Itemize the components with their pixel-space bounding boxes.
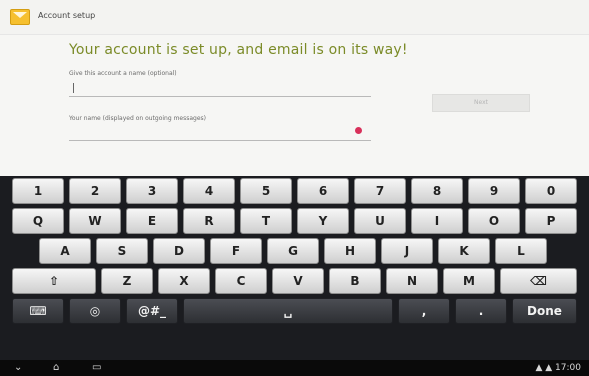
zxcv-row: ⇧ Z X C V B N M ⌫ — [0, 266, 589, 296]
recent-apps-icon[interactable]: ▭ — [92, 360, 101, 376]
done-key[interactable]: Done — [512, 298, 577, 324]
space-key[interactable]: ␣ — [183, 298, 393, 324]
key-1[interactable]: 1 — [12, 178, 64, 204]
onscreen-keyboard: 1 2 3 4 5 6 7 8 9 0 Q W E R T Y U I O P … — [0, 176, 589, 360]
your-name-label: Your name (displayed on outgoing message… — [69, 115, 206, 122]
bottom-row: ⌨ ◎ @#_ ␣ , . Done — [0, 296, 589, 326]
key-j[interactable]: J — [381, 238, 433, 264]
key-w[interactable]: W — [69, 208, 121, 234]
key-k[interactable]: K — [438, 238, 490, 264]
key-b[interactable]: B — [329, 268, 381, 294]
keyboard-icon: ⌨ — [29, 304, 47, 318]
key-c[interactable]: C — [215, 268, 267, 294]
home-icon[interactable]: ⌂ — [53, 360, 59, 376]
qwerty-row: Q W E R T Y U I O P — [0, 206, 589, 236]
key-d[interactable]: D — [153, 238, 205, 264]
shift-icon: ⇧ — [48, 274, 60, 288]
key-e[interactable]: E — [126, 208, 178, 234]
key-6[interactable]: 6 — [297, 178, 349, 204]
key-7[interactable]: 7 — [354, 178, 406, 204]
backspace-key[interactable]: ⌫ — [500, 268, 577, 294]
title-bar: Account setup — [0, 0, 589, 35]
shift-key[interactable]: ⇧ — [12, 268, 96, 294]
back-icon[interactable]: ⌄ — [14, 360, 22, 376]
status-clock: ▲ ▲ 17:00 — [535, 363, 581, 373]
key-x[interactable]: X — [158, 268, 210, 294]
key-5[interactable]: 5 — [240, 178, 292, 204]
key-z[interactable]: Z — [101, 268, 153, 294]
key-9[interactable]: 9 — [468, 178, 520, 204]
key-f[interactable]: F — [210, 238, 262, 264]
input-method-key[interactable]: ◎ — [69, 298, 121, 324]
key-a[interactable]: A — [39, 238, 91, 264]
globe-icon: ◎ — [89, 304, 101, 318]
key-v[interactable]: V — [272, 268, 324, 294]
app-title: Account setup — [38, 11, 96, 20]
key-g[interactable]: G — [267, 238, 319, 264]
key-2[interactable]: 2 — [69, 178, 121, 204]
asdf-row: A S D F G H J K L — [0, 236, 589, 266]
key-t[interactable]: T — [240, 208, 292, 234]
period-key[interactable]: . — [455, 298, 507, 324]
symbols-key[interactable]: @#_ — [126, 298, 178, 324]
key-3[interactable]: 3 — [126, 178, 178, 204]
email-app-icon — [10, 9, 30, 25]
key-0[interactable]: 0 — [525, 178, 577, 204]
backspace-icon: ⌫ — [530, 274, 547, 288]
key-p[interactable]: P — [525, 208, 577, 234]
key-r[interactable]: R — [183, 208, 235, 234]
key-s[interactable]: S — [96, 238, 148, 264]
system-nav-bar: ⌄ ⌂ ▭ ▲ ▲ 17:00 — [0, 360, 589, 376]
key-h[interactable]: H — [324, 238, 376, 264]
key-8[interactable]: 8 — [411, 178, 463, 204]
error-indicator — [355, 127, 362, 134]
key-o[interactable]: O — [468, 208, 520, 234]
account-setup-screen: Account setup Your account is set up, an… — [0, 0, 589, 176]
page-heading: Your account is set up, and email is on … — [69, 42, 408, 58]
account-name-input[interactable] — [69, 80, 371, 97]
key-m[interactable]: M — [443, 268, 495, 294]
your-name-input[interactable] — [69, 124, 371, 141]
space-icon: ␣ — [283, 304, 293, 318]
key-q[interactable]: Q — [12, 208, 64, 234]
key-i[interactable]: I — [411, 208, 463, 234]
key-l[interactable]: L — [495, 238, 547, 264]
next-button[interactable]: Next — [432, 94, 530, 112]
number-row: 1 2 3 4 5 6 7 8 9 0 — [0, 176, 589, 206]
key-y[interactable]: Y — [297, 208, 349, 234]
key-4[interactable]: 4 — [183, 178, 235, 204]
comma-key[interactable]: , — [398, 298, 450, 324]
key-n[interactable]: N — [386, 268, 438, 294]
keyboard-settings-key[interactable]: ⌨ — [12, 298, 64, 324]
account-name-label: Give this account a name (optional) — [69, 70, 177, 77]
key-u[interactable]: U — [354, 208, 406, 234]
